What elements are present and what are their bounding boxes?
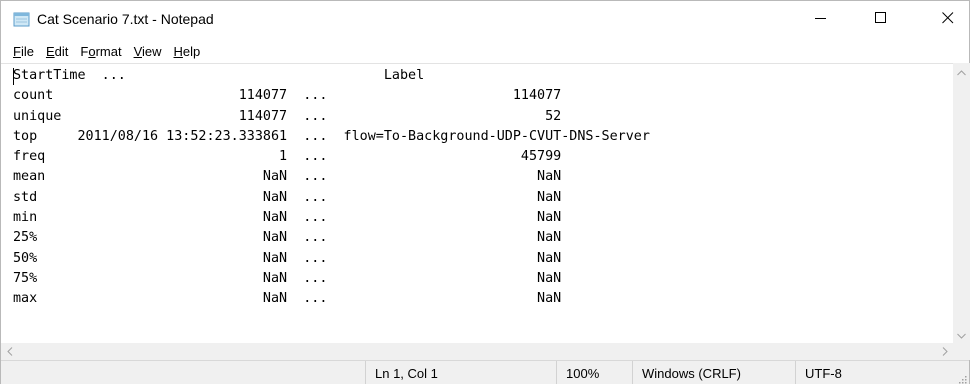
vertical-scrollbar[interactable] <box>953 63 970 343</box>
cursor-position: Ln 1, Col 1 <box>365 361 556 384</box>
close-icon <box>942 11 954 29</box>
notepad-icon <box>13 12 30 27</box>
scroll-down-button[interactable] <box>953 326 970 343</box>
scroll-right-button[interactable] <box>936 343 953 360</box>
menu-edit[interactable]: Edit <box>40 44 74 59</box>
horizontal-scrollbar[interactable] <box>1 343 953 360</box>
minimize-button[interactable] <box>798 1 844 39</box>
line-ending: Windows (CRLF) <box>632 361 795 384</box>
text-caret <box>13 68 14 85</box>
menu-file[interactable]: File <box>7 44 40 59</box>
notepad-window: Cat Scenario 7.txt - Notepad File Edit F… <box>0 0 970 384</box>
status-bar: Ln 1, Col 1 100% Windows (CRLF) UTF-8 <box>1 360 969 384</box>
title-bar[interactable]: Cat Scenario 7.txt - Notepad <box>1 1 969 39</box>
maximize-button[interactable] <box>858 1 904 39</box>
minimize-icon <box>815 11 827 29</box>
zoom-level: 100% <box>556 361 632 384</box>
menu-format[interactable]: Format <box>74 44 127 59</box>
menu-help[interactable]: Help <box>168 44 207 59</box>
encoding: UTF-8 <box>795 361 969 384</box>
scroll-up-button[interactable] <box>953 63 970 80</box>
scrollbar-corner <box>953 343 970 360</box>
close-button[interactable] <box>925 1 970 39</box>
text-editor[interactable]: StartTime ... Label count 114077 ... 114… <box>1 63 953 343</box>
maximize-icon <box>875 11 887 29</box>
chevron-right-icon <box>942 343 948 361</box>
chevron-up-icon <box>957 63 966 81</box>
menu-bar: File Edit Format View Help <box>1 40 969 62</box>
window-title: Cat Scenario 7.txt - Notepad <box>37 11 214 27</box>
menu-view[interactable]: View <box>128 44 168 59</box>
resize-grip-icon[interactable] <box>957 372 967 384</box>
scroll-left-button[interactable] <box>1 343 18 360</box>
chevron-left-icon <box>6 343 13 361</box>
editor-text[interactable]: StartTime ... Label count 114077 ... 114… <box>13 66 650 310</box>
chevron-down-icon <box>957 326 966 344</box>
